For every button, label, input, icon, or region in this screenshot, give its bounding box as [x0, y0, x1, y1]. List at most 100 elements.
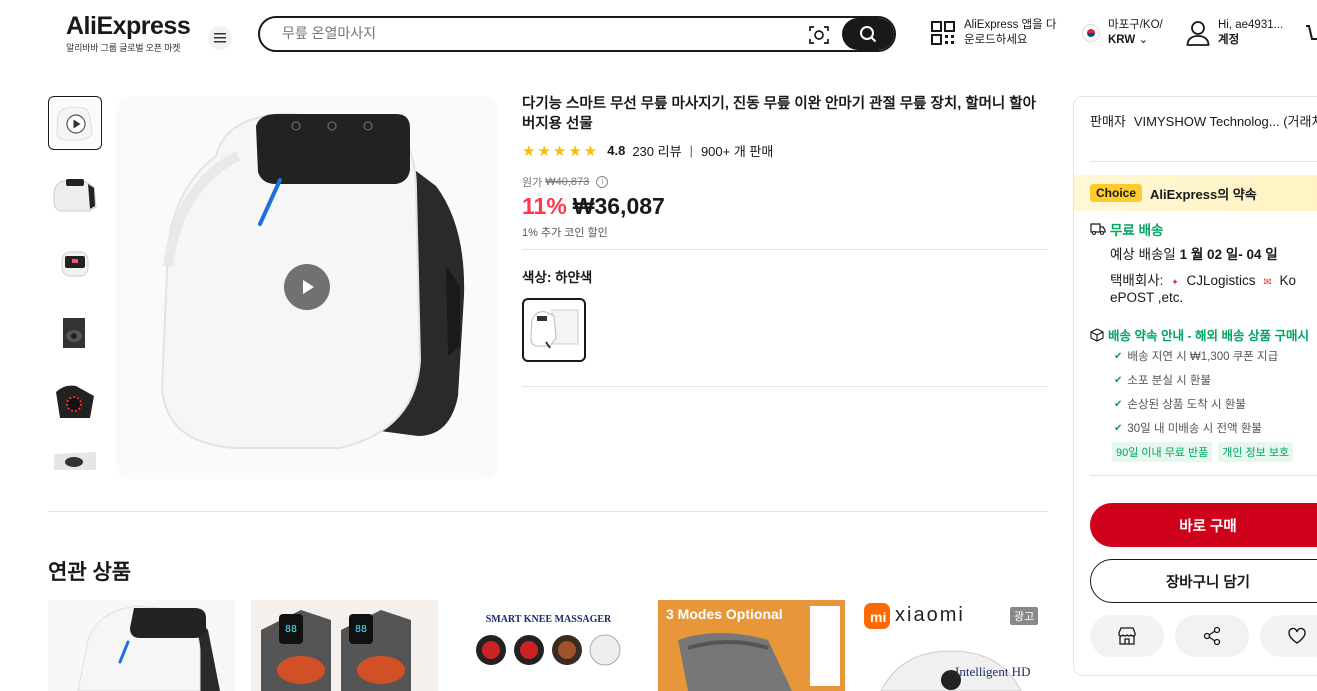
menu-button[interactable]	[208, 26, 232, 50]
box-icon	[1090, 327, 1104, 342]
carrier-label: 택배회사:	[1110, 273, 1164, 288]
hamburger-icon	[214, 33, 226, 43]
delivery-promise[interactable]: 배송 약속 안내 - 해외 배송 상품 구매시	[1090, 325, 1309, 344]
free-shipping: 무료 배송	[1090, 219, 1163, 239]
rating-row[interactable]: ★★★★★ 4.8 230 리뷰 | 900+ 개 판매	[522, 141, 1048, 160]
card-label: SMART KNEE MASSAGER	[485, 614, 612, 625]
free-shipping-label: 무료 배송	[1110, 223, 1164, 238]
related-product-card[interactable]: SMART KNEE MASSAGER	[455, 600, 642, 691]
ad-badge: 광고	[1010, 607, 1039, 625]
coin-discount: 1% 추가 코인 할인	[522, 227, 608, 239]
search-button[interactable]	[842, 18, 894, 50]
carrier-row: 택배회사: ✦ CJLogistics ✉ Ko	[1110, 269, 1296, 289]
region-label: 마포구/KO/	[1108, 19, 1163, 31]
seller-name[interactable]: VIMYSHOW Technolog... (거래처)	[1134, 114, 1317, 129]
eta-value: 1 월 02 일- 04 일	[1179, 247, 1278, 262]
related-product-image	[48, 600, 235, 691]
purchase-panel: 판매자 VIMYSHOW Technolog... (거래처) Choice Al…	[1073, 96, 1317, 676]
search-input[interactable]	[282, 25, 782, 41]
eta-label: 예상 배송일	[1110, 247, 1176, 262]
promise-tags: 90일 이내 무료 반품 개인 정보 보호	[1112, 442, 1294, 462]
thumbnail-2[interactable]	[48, 166, 102, 220]
korea-post-icon: ✉	[1263, 277, 1272, 288]
cart-icon[interactable]	[1304, 22, 1317, 46]
image-search-icon[interactable]	[808, 24, 830, 46]
color-option-white[interactable]	[522, 298, 586, 362]
carrier-name: CJLogistics	[1186, 273, 1256, 288]
rating-value: 4.8	[607, 143, 626, 158]
svg-text:mi: mi	[870, 609, 886, 625]
color-swatch-image	[530, 309, 579, 349]
sale-price: ₩36,087	[572, 193, 665, 219]
top-header: AliExpress 알리바바 그룹 글로벌 오픈 마켓 AliExpress …	[0, 0, 1317, 68]
choice-text: AliExpress의 약속	[1150, 186, 1257, 202]
share-button[interactable]	[1175, 615, 1249, 657]
choice-badge: Choice	[1090, 184, 1143, 202]
original-price: ₩40,873	[545, 176, 590, 188]
carrier-more: Ko	[1279, 273, 1296, 288]
qr-code-icon	[931, 21, 955, 45]
review-count: 230 리뷰	[632, 144, 682, 159]
check-icon: ✔	[1114, 350, 1123, 362]
info-icon[interactable]: i	[596, 176, 609, 188]
share-icon	[1203, 626, 1221, 646]
user-icon	[1186, 21, 1210, 46]
thumbnail-list	[48, 96, 102, 479]
greeting: Hi, ae4931...	[1218, 19, 1284, 31]
color-label: 색상: 하얀색	[522, 270, 593, 285]
promise-item: ✔ 배송 지연 시 ₩1,300 쿠폰 지급	[1114, 348, 1278, 364]
thumbnail-image	[50, 238, 100, 288]
app-download[interactable]: AliExpress 앱을 다운로드하세요	[930, 18, 1064, 48]
promise-text: 30일 내 미배송 시 전액 환불	[1127, 423, 1262, 435]
free-return-tag: 90일 이내 무료 반품	[1112, 442, 1213, 462]
divider	[1090, 161, 1317, 162]
store-button[interactable]	[1090, 615, 1164, 657]
brand-label: xiaomi	[895, 604, 965, 626]
account-label: 계정	[1218, 34, 1240, 46]
play-video-button[interactable]	[284, 264, 330, 310]
main-product-image[interactable]	[116, 96, 498, 479]
related-product-card[interactable]: 88 88	[251, 600, 438, 691]
thumbnail-6[interactable]	[48, 446, 102, 479]
seller-info[interactable]: 판매자 VIMYSHOW Technolog... (거래처)	[1090, 113, 1317, 131]
privacy-tag: 개인 정보 보호	[1218, 442, 1294, 462]
sold-count: 900+ 개 판매	[700, 144, 774, 159]
promise-item: ✔ 소포 분실 시 환불	[1114, 372, 1211, 388]
thumbnail-5[interactable]	[48, 376, 102, 430]
check-icon: ✔	[1114, 422, 1123, 434]
check-icon: ✔	[1114, 398, 1123, 410]
related-product-image: 88 88	[251, 600, 438, 691]
thumbnail-image	[50, 308, 100, 358]
original-price-row: 원가 ₩40,873 i	[522, 174, 1048, 190]
region-selector[interactable]: 마포구/KO/ KRW ⌄	[1082, 18, 1163, 48]
divider	[522, 249, 1048, 250]
promise-text: 소포 분실 시 환불	[1127, 375, 1212, 387]
truck-icon	[1090, 223, 1106, 235]
card-label: Intelligent HD	[955, 664, 1031, 679]
aliexpress-logo[interactable]: AliExpress 알리바바 그룹 글로벌 오픈 마켓	[66, 12, 191, 54]
thumbnail-image	[50, 448, 100, 479]
account-menu[interactable]: Hi, ae4931... 계정	[1186, 18, 1283, 48]
buy-now-button[interactable]: 바로 구매	[1090, 503, 1317, 547]
wishlist-button[interactable]	[1260, 615, 1317, 657]
check-icon: ✔	[1114, 374, 1123, 386]
currency-label: KRW	[1108, 34, 1136, 46]
logo-subtitle: 알리바바 그룹 글로벌 오픈 마켓	[66, 43, 181, 53]
related-product-card[interactable]: mi xiaomi 광고 Intelligent HD	[861, 600, 1048, 691]
promise-item: ✔ 손상된 상품 도착 시 환불	[1114, 396, 1246, 412]
thumbnail-video[interactable]	[48, 96, 102, 150]
promise-head-label: 배송 약속 안내 - 해외 배송 상품 구매시	[1108, 329, 1309, 343]
related-product-card[interactable]: 3 Modes Optional	[658, 600, 845, 691]
discount-percent: 11%	[522, 193, 567, 219]
thumbnail-image	[50, 168, 100, 218]
star-rating-icon: ★★★★★	[522, 142, 600, 160]
svg-text:88: 88	[355, 624, 367, 635]
related-product-card[interactable]	[48, 600, 235, 691]
add-to-cart-button[interactable]: 장바구니 담기	[1090, 559, 1317, 603]
account-text: Hi, ae4931... 계정	[1218, 18, 1283, 48]
svg-text:88: 88	[285, 624, 297, 635]
thumbnail-3[interactable]	[48, 236, 102, 290]
thumbnail-image	[50, 378, 100, 428]
heart-icon	[1288, 627, 1306, 644]
thumbnail-4[interactable]	[48, 306, 102, 360]
